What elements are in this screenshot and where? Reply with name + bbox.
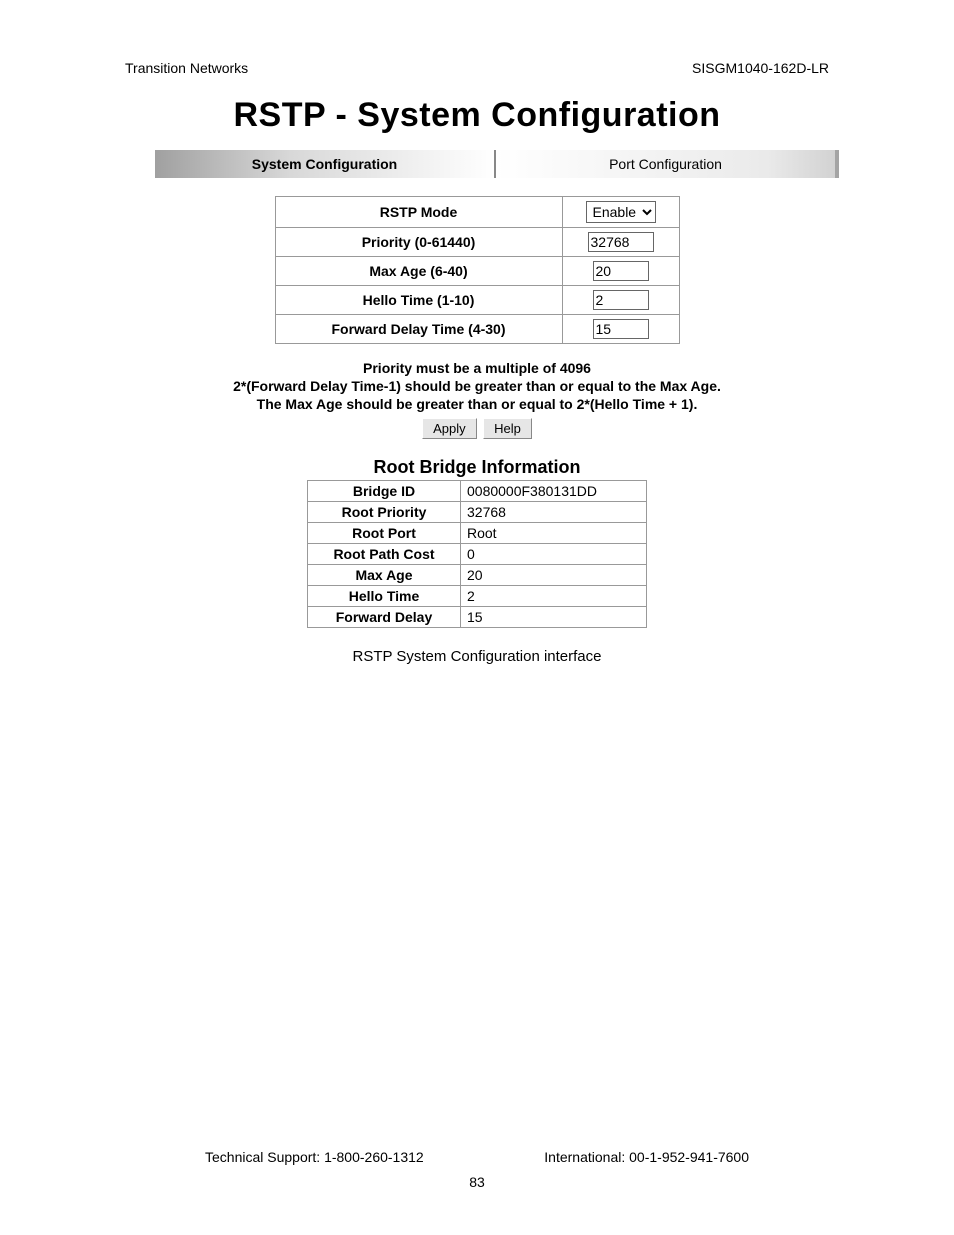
root-bridge-table: Bridge ID0080000F380131DDRoot Priority32… — [307, 480, 647, 628]
root-row: Bridge ID0080000F380131DD — [308, 480, 647, 501]
root-row: Forward Delay15 — [308, 606, 647, 627]
config-input[interactable] — [593, 319, 649, 339]
doc-footer: Technical Support: 1-800-260-1312 Intern… — [115, 1149, 839, 1165]
note-line: The Max Age should be greater than or eq… — [115, 395, 839, 413]
config-row: Max Age (6-40) — [275, 257, 679, 286]
config-value-cell — [562, 315, 679, 344]
root-row: Root Path Cost0 — [308, 543, 647, 564]
root-value: 0080000F380131DD — [461, 480, 647, 501]
config-label: Priority (0-61440) — [275, 228, 562, 257]
root-value: 0 — [461, 543, 647, 564]
config-input[interactable] — [593, 290, 649, 310]
config-row: Forward Delay Time (4-30) — [275, 315, 679, 344]
doc-header: Transition Networks SISGM1040-162D-LR — [115, 60, 839, 76]
config-row: Hello Time (1-10) — [275, 286, 679, 315]
config-label: Max Age (6-40) — [275, 257, 562, 286]
root-label: Root Path Cost — [308, 543, 461, 564]
root-value: 20 — [461, 564, 647, 585]
help-button[interactable]: Help — [483, 418, 532, 439]
tab-label: Port Configuration — [609, 156, 722, 172]
config-table: RSTP Mode Enable Priority (0-61440)Max Age… — [275, 196, 680, 344]
tab-port-configuration[interactable]: Port Configuration — [496, 150, 835, 178]
config-value-cell — [562, 228, 679, 257]
footer-right: International: 00-1-952-941-7600 — [544, 1149, 749, 1165]
config-input[interactable] — [588, 232, 654, 252]
root-row: Hello Time2 — [308, 585, 647, 606]
root-label: Root Priority — [308, 501, 461, 522]
config-label: Forward Delay Time (4-30) — [275, 315, 562, 344]
footer-left: Technical Support: 1-800-260-1312 — [205, 1149, 424, 1165]
root-row: Root Priority32768 — [308, 501, 647, 522]
doc-header-left: Transition Networks — [125, 60, 248, 76]
root-label: Bridge ID — [308, 480, 461, 501]
page-title: RSTP - System Configuration — [115, 96, 839, 135]
note-line: Priority must be a multiple of 4096 — [115, 359, 839, 377]
root-value: Root — [461, 522, 647, 543]
root-row: Root PortRoot — [308, 522, 647, 543]
root-value: 2 — [461, 585, 647, 606]
config-row: RSTP Mode Enable — [275, 197, 679, 228]
tab-bar: System Configuration Port Configuration — [155, 150, 839, 178]
root-value: 32768 — [461, 501, 647, 522]
apply-button[interactable]: Apply — [422, 418, 477, 439]
root-row: Max Age20 — [308, 564, 647, 585]
tab-label: System Configuration — [252, 156, 397, 172]
root-value: 15 — [461, 606, 647, 627]
figure-caption: RSTP System Configuration interface — [115, 648, 839, 665]
config-value-cell: Enable — [562, 197, 679, 228]
config-input[interactable] — [593, 261, 649, 281]
config-label: Hello Time (1-10) — [275, 286, 562, 315]
page-number: 83 — [0, 1174, 954, 1190]
root-label: Forward Delay — [308, 606, 461, 627]
config-row: Priority (0-61440) — [275, 228, 679, 257]
config-notes: Priority must be a multiple of 4096 2*(F… — [115, 359, 839, 414]
note-line: 2*(Forward Delay Time-1) should be great… — [115, 377, 839, 395]
config-value-cell — [562, 286, 679, 315]
config-label: RSTP Mode — [275, 197, 562, 228]
root-label: Hello Time — [308, 585, 461, 606]
tab-system-configuration[interactable]: System Configuration — [155, 150, 496, 178]
config-value-cell — [562, 257, 679, 286]
root-label: Root Port — [308, 522, 461, 543]
rstp-mode-select[interactable]: Enable — [586, 201, 656, 223]
root-bridge-title: Root Bridge Information — [115, 457, 839, 478]
doc-header-right: SISGM1040-162D-LR — [692, 60, 829, 76]
root-label: Max Age — [308, 564, 461, 585]
